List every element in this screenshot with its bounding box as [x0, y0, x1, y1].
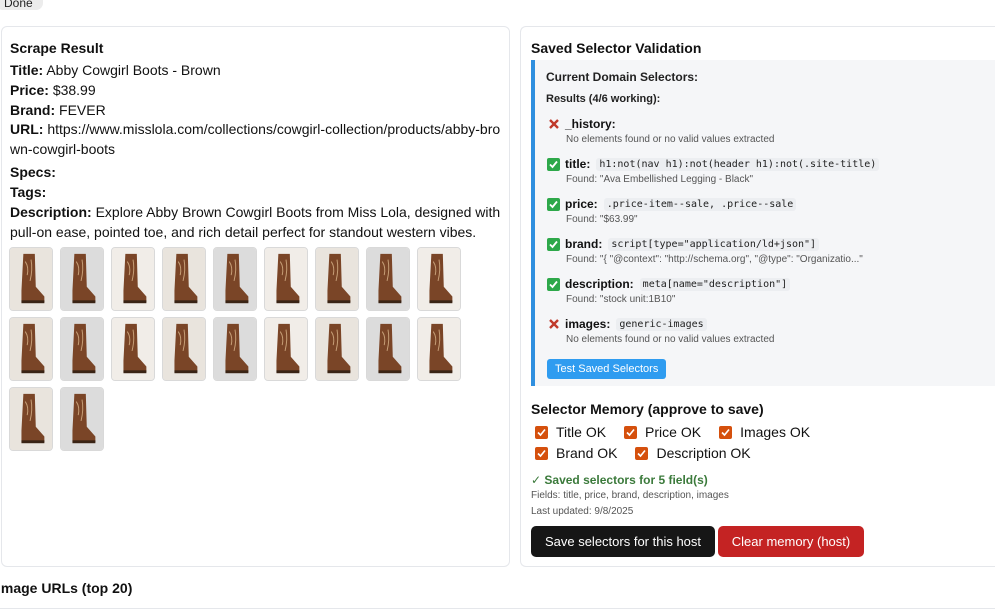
field-tags: Tags:	[10, 184, 47, 200]
check-images-ok[interactable]: Images OK	[719, 424, 810, 440]
product-image-thumbnail[interactable]	[264, 247, 308, 311]
product-image-thumbnail[interactable]	[264, 317, 308, 381]
check-mark-icon	[547, 197, 560, 211]
selector-result-item: price: .price-item--sale, .price--sale Fou…	[547, 196, 995, 225]
field-description: Description: Explore Abby Brown Cowgirl …	[10, 204, 501, 240]
checkbox-checked-icon[interactable]	[635, 446, 649, 460]
product-image-thumbnail[interactable]	[9, 247, 53, 311]
checkbox-row-2: Brand OK Description OK	[535, 445, 769, 461]
field-title: Title: Abby Cowgirl Boots - Brown	[10, 62, 221, 78]
product-image-thumbnail[interactable]	[315, 317, 359, 381]
product-image-thumbnail[interactable]	[162, 247, 206, 311]
product-image-thumbnail[interactable]	[111, 247, 155, 311]
save-selectors-button[interactable]: Save selectors for this host	[531, 526, 715, 557]
selector-result-note: No elements found or no valid values ext…	[566, 134, 775, 145]
validation-title: Saved Selector Validation	[531, 40, 702, 56]
product-image-thumbnail[interactable]	[162, 317, 206, 381]
checkbox-row-1: Title OK Price OK Images OK	[535, 424, 828, 440]
product-image-thumbnail[interactable]	[213, 317, 257, 381]
selector-result-note: Found: "Ava Embellished Legging - Black"	[566, 174, 754, 185]
selector-field-name: price:	[565, 197, 598, 211]
cross-mark-icon	[547, 118, 560, 131]
selector-code: script[type="application/ld+json"]	[608, 237, 820, 251]
checkbox-checked-icon[interactable]	[535, 425, 548, 439]
selector-code: meta[name="description"]	[639, 277, 791, 291]
test-saved-selectors-button[interactable]: Test Saved Selectors	[547, 359, 667, 379]
selector-field-name: title:	[565, 157, 591, 171]
selector-result-note: Found: "$63.99"	[566, 214, 638, 225]
clear-memory-button[interactable]: Clear memory (host)	[718, 526, 864, 557]
product-image-thumbnail[interactable]	[60, 317, 104, 381]
selector-result-item: brand: script[type="application/ld+json"]…	[547, 236, 995, 265]
check-mark-icon	[547, 157, 560, 171]
selector-result-note: Found: "stock unit:1B10"	[566, 294, 676, 305]
product-image-thumbnail[interactable]	[60, 387, 104, 451]
product-image-thumbnail[interactable]	[417, 247, 461, 311]
product-image-thumbnail[interactable]	[9, 317, 53, 381]
selector-field-name: description:	[565, 277, 634, 291]
image-urls-heading: Image URLs (top 20)	[0, 580, 133, 596]
selector-result-note: Found: "{ "@context": "http://schema.org…	[566, 254, 863, 265]
selector-result-item: _history: No elements found or no valid v…	[547, 116, 995, 145]
field-price: Price: $38.99	[10, 82, 96, 98]
selector-field-name: _history:	[565, 117, 616, 131]
selector-result-item: description: meta[name="description"] Foun…	[547, 276, 995, 305]
selector-field-name: images:	[565, 317, 611, 331]
product-image-thumbnail[interactable]	[60, 247, 104, 311]
product-image-thumbnail[interactable]	[9, 387, 53, 451]
selector-result-note: No elements found or no valid values ext…	[566, 334, 775, 345]
divider	[0, 608, 995, 609]
checkbox-checked-icon[interactable]	[624, 425, 638, 439]
product-image-thumbnail[interactable]	[366, 247, 410, 311]
saved-status-message: ✓ Saved selectors for 5 field(s)	[531, 473, 708, 487]
selector-code: h1:not(nav h1):not(header h1):not(.site-…	[596, 157, 880, 171]
field-specs: Specs:	[10, 164, 56, 180]
last-updated-line: Last updated: 9/8/2025	[531, 506, 634, 517]
selector-code: .price-item--sale, .price--sale	[603, 197, 797, 211]
selector-memory-title: Selector Memory (approve to save)	[531, 401, 764, 417]
check-mark-icon	[547, 277, 560, 291]
selector-field-name: brand:	[565, 237, 603, 251]
validation-results-box: Current Domain Selectors: Results (4/6 w…	[531, 60, 995, 386]
done-button[interactable]: Done	[0, 0, 43, 10]
checkbox-checked-icon[interactable]	[719, 425, 733, 439]
saved-fields-line: Fields: title, price, brand, description…	[531, 490, 729, 501]
product-image-thumbnail[interactable]	[417, 317, 461, 381]
field-brand: Brand: FEVER	[10, 102, 106, 118]
check-mark-icon	[547, 237, 560, 251]
product-image-thumbnail[interactable]	[213, 247, 257, 311]
scrape-result-title: Scrape Result	[10, 40, 104, 56]
scrape-result-card: Scrape Result Title: Abby Cowgirl Boots …	[1, 26, 510, 567]
field-url: URL: https://www.misslola.com/collection…	[10, 121, 501, 157]
product-image-thumbnail[interactable]	[111, 317, 155, 381]
selector-validation-card: Saved Selector Validation Current Domain…	[520, 26, 995, 567]
selector-code: generic-images	[616, 317, 707, 331]
check-description-ok[interactable]: Description OK	[635, 445, 751, 461]
current-selectors-heading: Current Domain Selectors:	[546, 70, 699, 84]
product-image-thumbnail[interactable]	[366, 317, 410, 381]
check-brand-ok[interactable]: Brand OK	[535, 445, 617, 461]
checkbox-checked-icon[interactable]	[535, 446, 548, 460]
results-summary: Results (4/6 working):	[546, 93, 661, 105]
product-image-thumbnail[interactable]	[315, 247, 359, 311]
selector-result-item: images: generic-images No elements found o…	[547, 316, 995, 345]
selector-result-item: title: h1:not(nav h1):not(header h1):not(…	[547, 156, 995, 185]
check-price-ok[interactable]: Price OK	[624, 424, 701, 440]
cross-mark-icon	[547, 318, 560, 331]
image-thumbnails	[9, 247, 469, 451]
check-title-ok[interactable]: Title OK	[535, 424, 606, 440]
